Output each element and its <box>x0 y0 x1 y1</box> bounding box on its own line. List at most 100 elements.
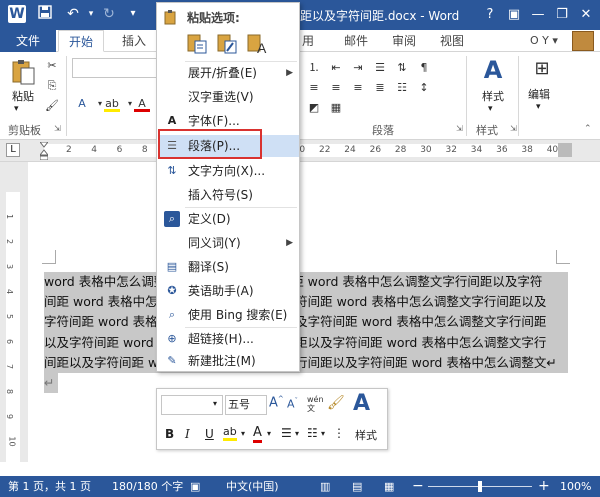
numbering-icon[interactable]: ☷ <box>307 426 318 440</box>
show-marks-icon[interactable]: ¶ <box>416 60 432 76</box>
collapse-ribbon-icon[interactable]: ⌃ <box>584 124 592 134</box>
zoom-in-icon[interactable]: + <box>538 476 550 497</box>
line-spacing-icon[interactable]: ↕ <box>416 80 432 96</box>
minimize-button[interactable]: — <box>528 6 548 24</box>
numbering-icon[interactable]: ⒈ <box>306 60 322 76</box>
menu-item-translate[interactable]: ▤ 翻译(S) <box>158 256 299 278</box>
chevron-down-icon[interactable]: ▾ <box>213 399 217 408</box>
chevron-down-icon[interactable]: ▾ <box>295 429 299 438</box>
tab-review[interactable]: 审阅 <box>382 30 426 52</box>
tab-file[interactable]: 文件 <box>0 30 56 52</box>
justify-icon[interactable]: ≣ <box>372 80 388 96</box>
decrease-indent-icon[interactable]: ⇤ <box>328 60 344 76</box>
distributed-icon[interactable]: ☷ <box>394 80 410 96</box>
tab-home[interactable]: 开始 <box>58 30 105 52</box>
indent-marker-icon[interactable] <box>38 141 50 161</box>
align-right-icon[interactable]: ≡ <box>350 80 366 96</box>
cut-icon[interactable]: ✂ <box>44 58 60 74</box>
paste-keep-source-icon[interactable] <box>185 31 209 55</box>
font-name-combo[interactable] <box>72 58 158 78</box>
menu-item-text-direction[interactable]: ⇅ 文字方向(X)... <box>158 160 299 182</box>
proofing-icon[interactable]: ▣ <box>190 476 200 497</box>
increase-indent-icon[interactable]: ⇥ <box>350 60 366 76</box>
text-line[interactable]: 间距 word 表格中怎么调整文字行间距以及字符间距 word 表格中怎么调整文… <box>44 292 568 313</box>
language-status[interactable]: 中文(中国) <box>226 476 279 497</box>
help-button[interactable]: ? <box>480 6 500 24</box>
font-color-icon[interactable]: A <box>253 425 262 443</box>
copy-icon[interactable]: ⎘ <box>44 78 60 94</box>
menu-item-define[interactable]: ⌕ 定义(D) <box>158 208 299 230</box>
borders-icon[interactable]: ▦ <box>328 100 344 116</box>
editing-button[interactable]: 编辑 <box>528 86 550 102</box>
customize-qat-icon[interactable]: ▾ <box>124 5 142 23</box>
tab-mailings[interactable]: 邮件 <box>334 30 378 52</box>
bold-button[interactable]: B <box>165 427 174 441</box>
underline-button[interactable]: U <box>205 427 214 441</box>
styles-launcher-icon[interactable]: ⇲ <box>510 124 517 133</box>
styles-icon[interactable]: A <box>353 391 379 417</box>
highlight-icon[interactable]: ab <box>104 96 120 112</box>
tab-view[interactable]: 视图 <box>430 30 474 52</box>
zoom-slider-thumb[interactable] <box>478 481 482 492</box>
vertical-ruler[interactable]: 1 2 3 4 5 6 7 8 9 10 <box>0 162 28 462</box>
paste-dropdown-icon[interactable]: ▾ <box>14 104 19 114</box>
redo-icon[interactable]: ↻ <box>100 5 118 23</box>
word-count[interactable]: 180/180 个字 <box>112 476 183 497</box>
bullets-icon[interactable]: ☰ <box>281 426 292 440</box>
horizontal-ruler[interactable]: L 246810121416182022242628303234363840 <box>0 140 600 162</box>
format-painter-icon[interactable]: 🖌 <box>44 98 60 114</box>
tab-selector[interactable]: L <box>6 143 20 157</box>
editing-dropdown-icon[interactable]: ▾ <box>536 102 541 112</box>
web-layout-icon[interactable]: ▦ <box>384 476 394 497</box>
chinese-layout-icon[interactable]: ☰ <box>372 60 388 76</box>
clipboard-launcher-icon[interactable]: ⇲ <box>54 124 61 133</box>
text-line[interactable]: word 表格中怎么调整文字行间距以及字符间距 word 表格中怎么调整文字行间… <box>44 272 568 293</box>
avatar[interactable] <box>572 31 594 51</box>
chevron-down-icon[interactable]: ▾ <box>267 429 271 438</box>
styles-dropdown-icon[interactable]: ▾ <box>488 104 493 114</box>
text-line[interactable]: 间距以及字符间距 word 表格中怎么调整文字行间距以及字符间距 word 表格… <box>44 352 568 373</box>
styles-button[interactable]: 样式 <box>482 88 504 104</box>
menu-item-reconversion[interactable]: 汉字重选(V) <box>158 86 299 108</box>
menu-item-new-comment[interactable]: ✎ 新建批注(M) <box>158 350 299 372</box>
shading-icon[interactable]: ◩ <box>306 100 322 116</box>
user-name[interactable]: O Y ▾ <box>520 30 568 52</box>
page-count[interactable]: 第 1 页，共 1 页 <box>8 476 91 497</box>
styles-icon[interactable]: A <box>478 56 508 84</box>
align-left-icon[interactable]: ≡ <box>306 80 322 96</box>
menu-item-hyperlink[interactable]: ⊕ 超链接(H)... <box>158 328 299 350</box>
binoculars-icon[interactable]: ⊞ <box>530 58 554 82</box>
right-margin-marker[interactable] <box>558 143 572 157</box>
font-color-icon[interactable]: A <box>134 96 150 112</box>
paragraph-launcher-icon[interactable]: ⇲ <box>456 124 463 133</box>
undo-dropdown-icon[interactable]: ▾ <box>82 5 100 23</box>
ribbon-display-button[interactable]: ▣ <box>504 6 524 24</box>
menu-item-insert-symbol[interactable]: 插入符号(S) <box>158 184 299 206</box>
chevron-down-icon[interactable]: ▾ <box>241 429 245 438</box>
tab-insert[interactable]: 插入 <box>112 30 156 52</box>
highlight-icon[interactable]: ab <box>223 425 237 441</box>
multilevel-list-icon[interactable]: ⋮ <box>333 426 345 440</box>
print-layout-icon[interactable]: ▤ <box>352 476 362 497</box>
grow-font-icon[interactable]: A^ <box>269 395 284 410</box>
align-center-icon[interactable]: ≡ <box>328 80 344 96</box>
read-mode-icon[interactable]: ▥ <box>320 476 330 497</box>
italic-button[interactable]: I <box>185 427 190 441</box>
sort-icon[interactable]: ⇅ <box>394 60 410 76</box>
text-line[interactable]: 字符间距 word 表格中怎么调整文字行间距以及字符间距 word 表格中怎么调… <box>44 312 568 333</box>
paste-merge-format-icon[interactable] <box>215 31 239 55</box>
phonetic-guide-icon[interactable]: wén 文 <box>307 395 324 413</box>
restore-button[interactable]: ❐ <box>552 6 572 24</box>
paste-icon[interactable] <box>10 58 36 86</box>
paste-button[interactable]: 粘贴 <box>12 88 34 104</box>
shrink-font-icon[interactable]: Aˇ <box>287 397 298 411</box>
text-effects-icon[interactable]: A <box>74 96 90 112</box>
menu-item-synonyms[interactable]: 同义词(Y) ▶ <box>158 232 299 254</box>
menu-item-expand-collapse[interactable]: 展开/折叠(E) ▶ <box>158 62 299 84</box>
mini-styles-button[interactable]: 样式 <box>355 427 377 443</box>
close-button[interactable]: ✕ <box>576 6 596 24</box>
mini-font-size-combo[interactable]: 五号 <box>225 395 267 415</box>
save-icon[interactable] <box>36 5 54 23</box>
chevron-down-icon[interactable]: ▾ <box>321 429 325 438</box>
zoom-level[interactable]: 100% <box>560 476 591 497</box>
